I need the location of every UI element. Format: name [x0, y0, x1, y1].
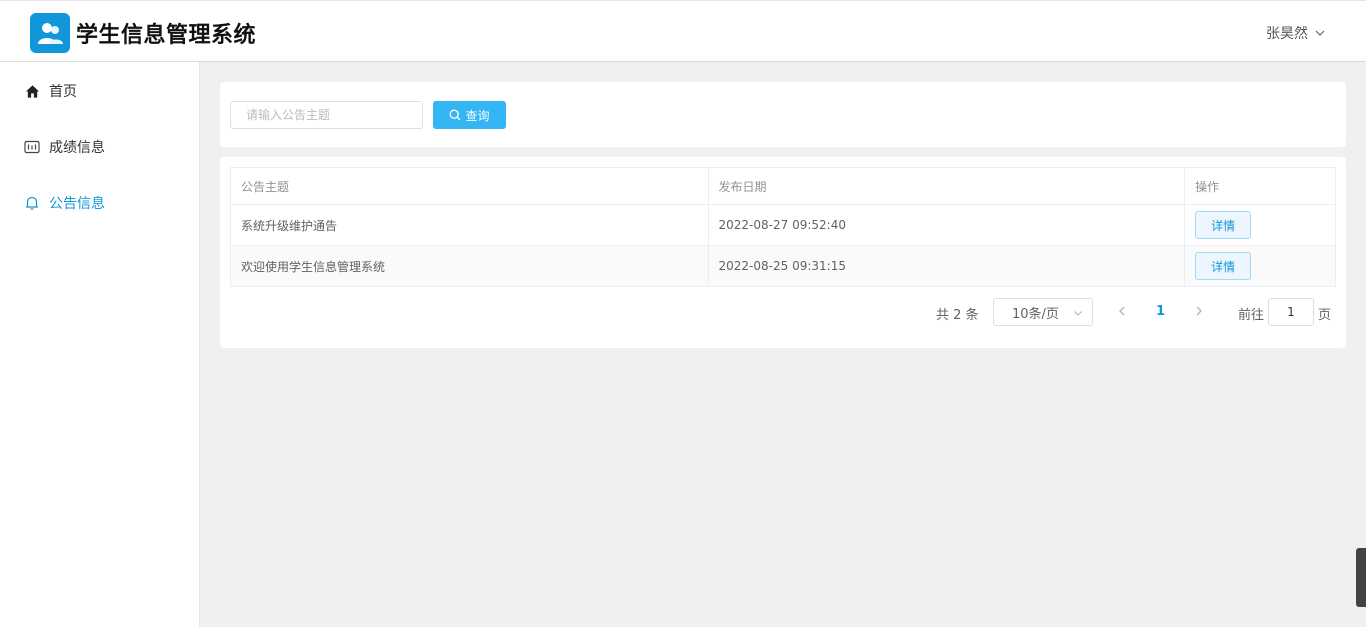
sidebar-item-label: 公告信息: [49, 196, 105, 212]
cell-action: 详情: [1184, 245, 1336, 287]
prev-page-button[interactable]: [1116, 305, 1128, 321]
announcement-table-panel: 公告主题 发布日期 操作 系统升级维护通告 2022-08-27 09:52:4…: [220, 157, 1346, 348]
chevron-left-icon: [1119, 306, 1125, 316]
sidebar-item-label: 成绩信息: [49, 140, 105, 156]
search-icon: [450, 109, 461, 121]
detail-button[interactable]: 详情: [1195, 252, 1252, 280]
chevron-down-icon: [1074, 311, 1082, 316]
cell-title: 系统升级维护通告: [230, 204, 709, 246]
user-name: 张昊然: [1266, 26, 1308, 42]
page-size-value: 10条/页: [1012, 306, 1059, 322]
sidebar-item-scores[interactable]: 成绩信息: [0, 119, 199, 175]
search-button[interactable]: 查询: [433, 101, 506, 129]
chevron-down-icon: [1315, 30, 1325, 36]
detail-button[interactable]: 详情: [1195, 211, 1252, 239]
table-row: 欢迎使用学生信息管理系统 2022-08-25 09:31:15 详情: [230, 245, 1336, 287]
table-header-row: 公告主题 发布日期 操作: [230, 167, 1336, 205]
sidebar: 首页 成绩信息 公告信息: [0, 62, 200, 627]
cell-title: 欢迎使用学生信息管理系统: [230, 245, 709, 287]
search-input[interactable]: [230, 101, 423, 129]
page-size-select[interactable]: 10条/页: [993, 298, 1093, 326]
column-header-date: 发布日期: [707, 167, 1186, 205]
user-menu[interactable]: 张昊然: [1266, 23, 1326, 43]
sidebar-item-home[interactable]: 首页: [0, 63, 199, 119]
goto-label: 前往: [1238, 308, 1265, 323]
users-icon: [38, 23, 63, 44]
app-title: 学生信息管理系统: [76, 23, 257, 48]
cell-action: 详情: [1184, 204, 1336, 246]
table-row: 系统升级维护通告 2022-08-27 09:52:40 详情: [230, 204, 1336, 246]
column-header-title: 公告主题: [230, 167, 709, 205]
pagination-total: 共 2 条: [936, 308, 979, 323]
score-icon: [24, 139, 40, 155]
goto-page-input[interactable]: [1268, 298, 1314, 326]
sidebar-item-announcements[interactable]: 公告信息: [0, 175, 199, 231]
page-number-current[interactable]: 1: [1156, 304, 1165, 319]
bell-icon: [24, 195, 40, 211]
pagination: 共 2 条 10条/页 1 前往 页: [220, 298, 1346, 326]
home-icon: [24, 83, 40, 99]
next-page-button[interactable]: [1193, 305, 1205, 321]
top-header: 学生信息管理系统 张昊然: [0, 0, 1366, 62]
sidebar-item-label: 首页: [49, 84, 77, 100]
search-button-label: 查询: [465, 108, 490, 123]
announcement-table: 公告主题 发布日期 操作 系统升级维护通告 2022-08-27 09:52:4…: [230, 167, 1336, 287]
column-header-action: 操作: [1184, 167, 1336, 205]
search-panel: 查询: [220, 82, 1346, 147]
cell-date: 2022-08-27 09:52:40: [707, 204, 1186, 246]
cell-date: 2022-08-25 09:31:15: [707, 245, 1186, 287]
page-unit-label: 页: [1318, 308, 1332, 323]
chevron-right-icon: [1196, 306, 1202, 316]
side-scroll-handle[interactable]: [1356, 548, 1366, 607]
app-logo: [30, 13, 70, 53]
